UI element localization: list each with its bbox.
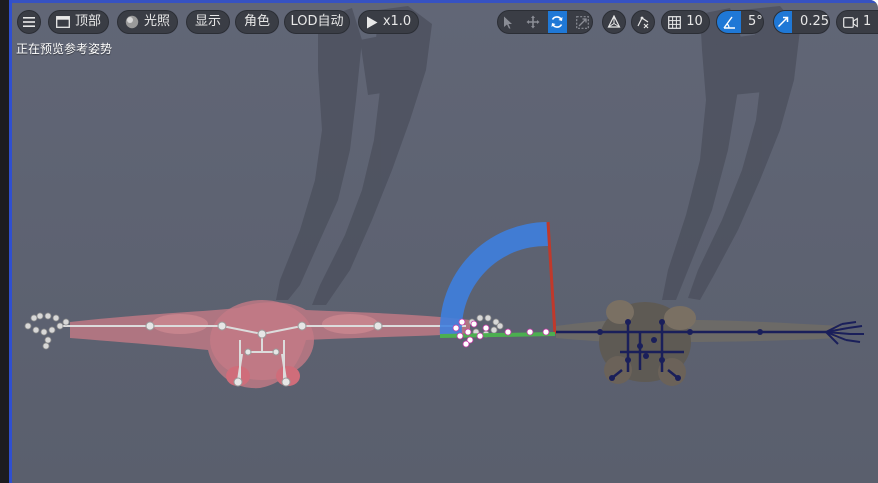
preview-status-text: 正在预览参考姿势: [16, 42, 113, 56]
angle-snap-icon: [722, 16, 735, 29]
scale-snap-button[interactable]: 0.25: [773, 10, 830, 34]
show-label: 显示: [194, 14, 221, 29]
lighting-sphere-icon: [125, 15, 139, 29]
character-label: 角色: [243, 14, 270, 29]
viewport[interactable]: 顶部 光照 显示 角色 LOD自动 x1.0 10 5° 0.25 1 正在预览…: [0, 0, 878, 483]
lighting-label: 光照: [143, 14, 170, 29]
camera-speed-value: 1: [863, 14, 872, 29]
view-mode-label: 顶部: [74, 14, 101, 29]
viewport-focus-border: [10, 0, 878, 3]
rotate-icon: [551, 16, 563, 28]
play-speed-button[interactable]: x1.0: [358, 10, 419, 34]
textured-character-mesh: [556, 300, 840, 386]
select-cursor-icon: [503, 16, 512, 28]
character-shadow-right: [662, 6, 800, 300]
menu-button[interactable]: [17, 10, 41, 34]
ghost-left-hand: [24, 312, 70, 350]
skeleton-right-hand[interactable]: [825, 321, 864, 345]
rotation-snap-button[interactable]: 5°: [716, 10, 764, 34]
play-icon: [366, 16, 378, 28]
surface-snap-icon: [637, 16, 649, 29]
surface-snap-button[interactable]: [631, 10, 655, 34]
rotation-snap-toggle[interactable]: [717, 11, 741, 33]
scale-snap-icon: [777, 16, 789, 28]
character-shadow-left: [276, 6, 432, 305]
lod-label: LOD自动: [290, 14, 344, 29]
character-button[interactable]: 角色: [235, 10, 279, 34]
viewport-window-icon: [56, 16, 70, 28]
rotation-gizmo[interactable]: [439, 221, 557, 338]
grid-snap-icon: [668, 15, 682, 29]
gizmo-x-axis: [546, 221, 557, 335]
coordinate-space-button[interactable]: [602, 10, 626, 34]
scale-tool[interactable]: [572, 11, 592, 33]
scale-snap-toggle[interactable]: [774, 11, 793, 33]
translate-tool[interactable]: [523, 11, 543, 33]
grid-snap-button[interactable]: 10: [661, 10, 710, 34]
scale-snap-value: 0.25: [800, 14, 829, 29]
lod-button[interactable]: LOD自动: [284, 10, 350, 34]
grid-snap-value: 10: [686, 14, 703, 29]
move-arrows-icon: [526, 15, 540, 29]
camera-speed-button[interactable]: 1: [836, 10, 878, 34]
scene-canvas[interactable]: [0, 0, 878, 483]
rotation-snap-value: 5°: [748, 14, 763, 29]
show-button[interactable]: 显示: [186, 10, 230, 34]
viewport-left-edge: [0, 0, 12, 483]
world-space-icon: [607, 15, 621, 28]
view-mode-button[interactable]: 顶部: [48, 10, 109, 34]
lighting-button[interactable]: 光照: [117, 10, 178, 34]
transform-tools-group: [497, 10, 593, 34]
scale-icon: [575, 15, 589, 29]
select-tool[interactable]: [498, 11, 518, 33]
rotate-tool[interactable]: [547, 11, 568, 33]
camera-icon: [843, 16, 858, 28]
play-speed-label: x1.0: [382, 14, 412, 29]
ghost-reference-mesh: [70, 300, 470, 389]
hamburger-menu-icon: [23, 17, 35, 27]
